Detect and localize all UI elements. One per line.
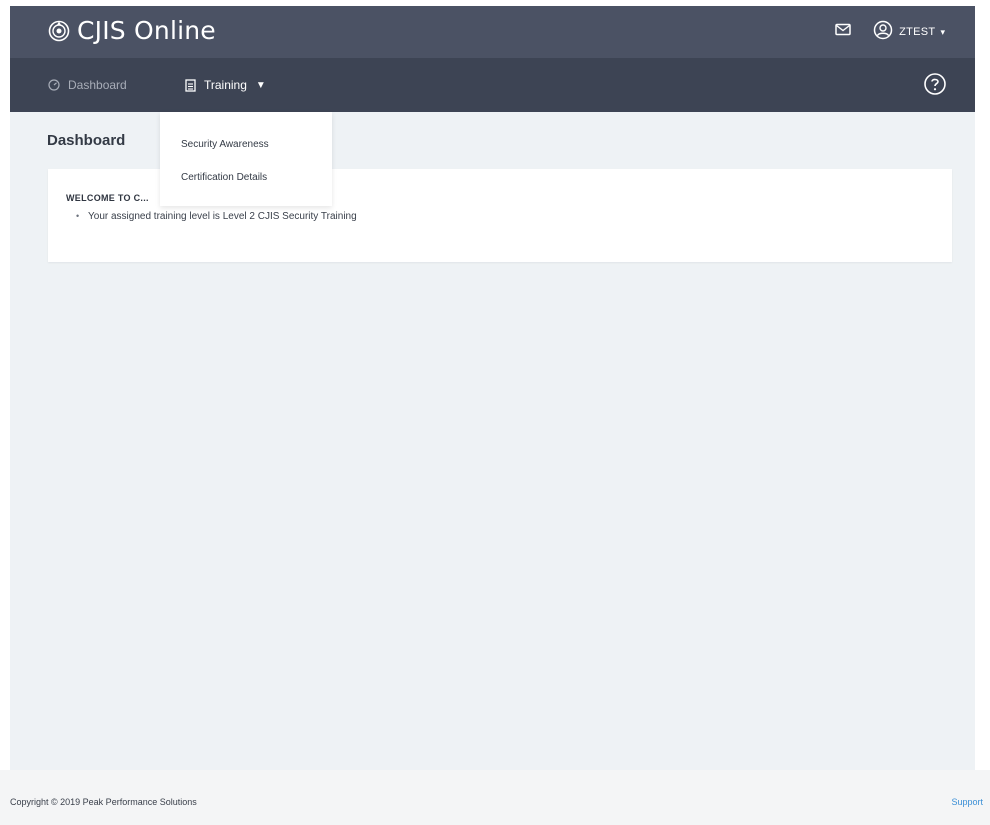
user-name: ZTEST bbox=[899, 26, 936, 38]
app-window: CJIS Online ZTEST ▾ Dashboard Training ▼… bbox=[0, 0, 990, 825]
mail-button[interactable] bbox=[835, 23, 851, 41]
brand[interactable]: CJIS Online bbox=[48, 16, 216, 45]
caret-down-icon: ▼ bbox=[255, 79, 266, 91]
list-item: Your assigned training level is Level 2 … bbox=[76, 211, 357, 222]
nav-item-dashboard-label: Dashboard bbox=[68, 78, 127, 92]
top-header: CJIS Online ZTEST ▾ bbox=[10, 6, 975, 58]
chevron-down-icon: ▾ bbox=[940, 26, 945, 37]
main-content: Dashboard WELCOME TO C... Your assigned … bbox=[10, 112, 975, 770]
page-title: Dashboard bbox=[47, 132, 126, 149]
welcome-title: WELCOME TO C... bbox=[66, 193, 149, 203]
help-circle-icon bbox=[923, 73, 947, 100]
nav-item-training[interactable]: Training ▼ bbox=[185, 58, 266, 112]
header-actions: ZTEST ▾ bbox=[835, 6, 945, 58]
mail-icon bbox=[835, 23, 851, 41]
copyright-text: Copyright © 2019 Peak Performance Soluti… bbox=[10, 797, 197, 807]
app-title: CJIS Online bbox=[77, 16, 216, 45]
menu-item-security-awareness[interactable]: Security Awareness bbox=[181, 139, 269, 150]
document-icon bbox=[185, 78, 196, 92]
main-nav: Dashboard Training ▼ bbox=[10, 58, 975, 112]
nav-item-training-label: Training bbox=[204, 78, 247, 92]
support-link[interactable]: Support bbox=[951, 797, 983, 807]
footer: Copyright © 2019 Peak Performance Soluti… bbox=[0, 770, 990, 825]
menu-item-certification-details[interactable]: Certification Details bbox=[181, 172, 267, 183]
help-button[interactable] bbox=[923, 72, 947, 96]
cjis-logo-icon bbox=[48, 20, 70, 42]
nav-item-dashboard[interactable]: Dashboard bbox=[48, 58, 127, 112]
welcome-list: Your assigned training level is Level 2 … bbox=[74, 211, 357, 222]
user-menu-button[interactable]: ZTEST ▾ bbox=[873, 20, 945, 45]
training-dropdown-menu: Security Awareness Certification Details bbox=[160, 112, 332, 206]
user-circle-icon bbox=[873, 20, 893, 45]
dashboard-gauge-icon bbox=[48, 79, 60, 91]
